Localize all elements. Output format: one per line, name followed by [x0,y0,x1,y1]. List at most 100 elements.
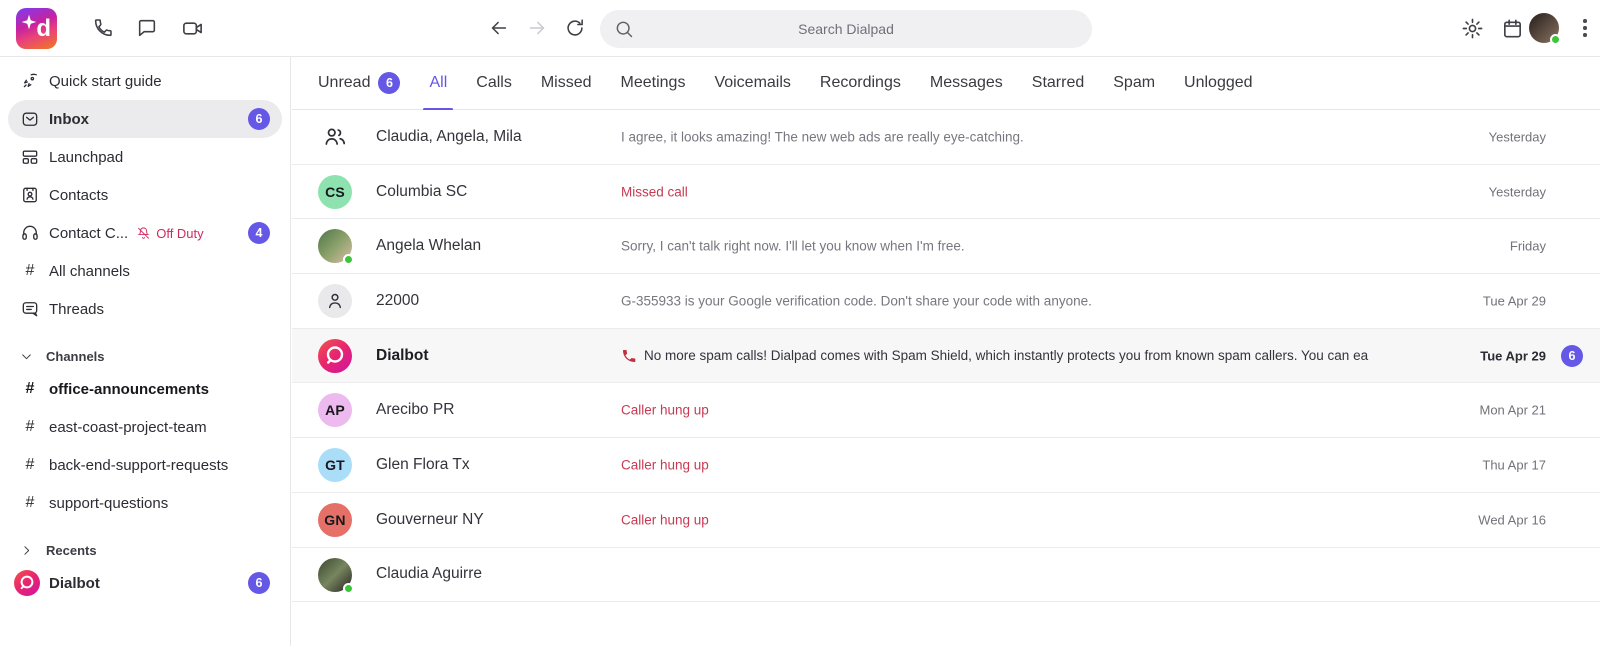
dialpad-logo[interactable]: d [16,8,57,49]
conversation-row[interactable]: GN Gouverneur NY Caller hung up Wed Apr … [292,493,1600,548]
meetings-button[interactable] [173,9,211,47]
sidebar-item-quick-start[interactable]: Quick start guide [8,62,282,100]
sidebar-item-label: Contact C... [49,225,128,242]
conversation-date: Yesterday [1489,184,1546,199]
sidebar-item-label: Threads [49,301,104,318]
settings-button[interactable] [1453,9,1491,47]
recents-section-header[interactable]: Recents [8,536,282,564]
sidebar-item-threads[interactable]: Threads [8,290,282,328]
conversation-name: Claudia, Angela, Mila [376,128,522,146]
overflow-menu-button[interactable] [1570,9,1600,47]
forward-button[interactable] [518,9,556,47]
topbar: d [0,0,1600,57]
sidebar-item-contacts[interactable]: Contacts [8,176,282,214]
search-input[interactable] [640,10,1052,48]
conversation-date: Yesterday [1489,129,1546,144]
refresh-button[interactable] [556,9,594,47]
channel-label: east-coast-project-team [49,419,207,436]
hash-icon: # [20,418,40,436]
conversation-row[interactable]: AP Arecibo PR Caller hung up Mon Apr 21 [292,383,1600,438]
headset-icon [20,223,40,243]
conversation-name: 22000 [376,292,419,310]
tab-meetings[interactable]: Meetings [621,57,686,110]
conversation-row[interactable]: Angela Whelan Sorry, I can't talk right … [292,219,1600,274]
launchpad-icon [20,147,40,167]
messages-button[interactable] [128,9,166,47]
sidebar-item-label: Inbox [49,111,89,128]
phone-button[interactable] [84,9,122,47]
contact-center-badge: 4 [248,222,270,244]
channels-section-header[interactable]: Channels [8,342,282,370]
dialbot-avatar [14,570,40,596]
sidebar-channel-office-announcements[interactable]: # office-announcements [8,370,282,408]
conversation-name: Glen Flora Tx [376,456,470,474]
tab-messages[interactable]: Messages [930,57,1003,110]
conversation-preview: Caller hung up [621,512,1430,527]
conversation-preview: Missed call [621,184,1430,199]
tab-unlogged[interactable]: Unlogged [1184,57,1253,110]
back-button[interactable] [480,9,518,47]
tab-voicemails[interactable]: Voicemails [714,57,790,110]
offduty-label: Off Duty [156,226,203,241]
user-avatar[interactable] [1529,13,1559,43]
sidebar-item-launchpad[interactable]: Launchpad [8,138,282,176]
conversation-row[interactable]: Claudia Aguirre [292,548,1600,603]
conversation-unread-badge: 6 [1561,345,1583,367]
initials-avatar: CS [318,175,352,209]
sidebar-channel-east-coast-project-team[interactable]: # east-coast-project-team [8,408,282,446]
conversation-preview: Sorry, I can't talk right now. I'll let … [621,239,1430,254]
sidebar: Quick start guide Inbox 6 Launchpad [0,57,291,646]
sidebar-item-inbox[interactable]: Inbox 6 [8,100,282,138]
contact-card-icon [20,185,40,205]
sidebar-item-contact-center[interactable]: Contact C... Off Duty 4 [8,214,282,252]
photo-avatar [318,229,352,263]
sidebar-item-label: Dialbot [49,575,100,592]
main-panel: Unread 6 All Calls Missed Meetings Voice… [292,57,1600,646]
sparkle-icon [21,14,37,30]
conversation-row[interactable]: GT Glen Flora Tx Caller hung up Thu Apr … [292,438,1600,493]
tab-unread[interactable]: Unread 6 [318,57,400,110]
tab-all[interactable]: All [429,57,447,110]
conversation-row-group[interactable]: Claudia, Angela, Mila I agree, it looks … [292,110,1600,165]
search-icon [614,19,634,39]
conversation-preview: Caller hung up [621,457,1430,472]
section-header-label: Channels [46,349,105,364]
search-bar[interactable] [600,10,1092,48]
channel-label: back-end-support-requests [49,457,228,474]
refresh-icon [564,17,586,39]
presence-dot [343,583,354,594]
sidebar-item-all-channels[interactable]: # All channels [8,252,282,290]
chat-icon [136,17,158,39]
presence-dot [1550,34,1561,45]
conversation-name: Columbia SC [376,183,467,201]
section-header-label: Recents [46,543,97,558]
tab-spam[interactable]: Spam [1113,57,1155,110]
conversation-preview: G-355933 is your Google verification cod… [621,293,1430,308]
person-avatar [318,284,352,318]
tab-missed[interactable]: Missed [541,57,592,110]
sidebar-channel-back-end-support-requests[interactable]: # back-end-support-requests [8,446,282,484]
sidebar-channel-support-questions[interactable]: # support-questions [8,484,282,522]
chevron-right-icon [20,544,33,557]
gear-icon [1461,17,1484,40]
conversation-date: Wed Apr 16 [1478,512,1546,527]
tab-calls[interactable]: Calls [476,57,512,110]
sidebar-item-label: Launchpad [49,149,123,166]
conversation-row[interactable]: 22000 G-355933 is your Google verificati… [292,274,1600,329]
hash-icon: # [20,494,40,512]
red-phone-icon [621,348,637,364]
calendar-button[interactable] [1493,9,1531,47]
offduty-status: Off Duty [136,226,203,241]
sidebar-item-dialbot[interactable]: Dialbot 6 [8,564,282,602]
tab-starred[interactable]: Starred [1032,57,1084,110]
sidebar-item-label: Quick start guide [49,73,162,90]
hash-icon: # [20,262,40,280]
chevron-down-icon [20,350,33,363]
tab-recordings[interactable]: Recordings [820,57,901,110]
calendar-icon [1501,17,1524,40]
conversation-row[interactable]: CS Columbia SC Missed call Yesterday [292,165,1600,220]
inbox-badge: 6 [248,108,270,130]
sidebar-item-label: All channels [49,263,130,280]
conversation-row-dialbot[interactable]: Dialbot No more spam calls! Dialpad come… [292,329,1600,384]
initials-avatar: GT [318,448,352,482]
